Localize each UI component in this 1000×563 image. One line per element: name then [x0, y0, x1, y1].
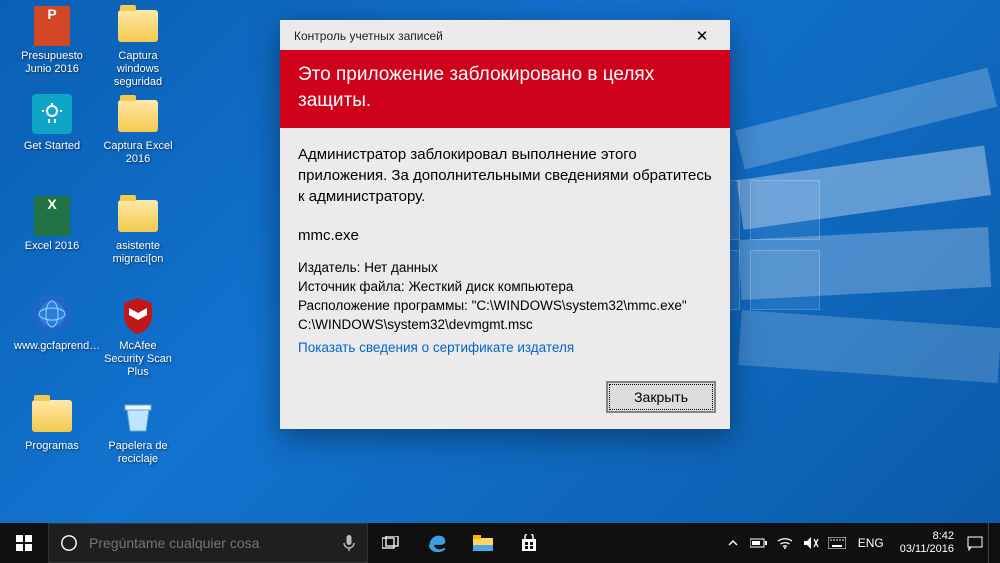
desktop-icon-papelera[interactable]: Papelera de reciclaje — [100, 396, 176, 466]
recycle-bin-icon — [119, 397, 157, 435]
dialog-titlebar[interactable]: Контроль учетных записей ✕ — [280, 20, 730, 50]
dialog-exe-name: mmc.exe — [298, 225, 712, 246]
excel-icon: X — [34, 196, 70, 236]
show-desktop-button[interactable] — [988, 523, 994, 563]
icon-label: Programas — [14, 440, 90, 453]
file-explorer-icon — [473, 535, 493, 551]
language-indicator[interactable]: ENG — [850, 536, 892, 550]
desktop-icon-mcafee[interactable]: McAfee Security Scan Plus — [100, 296, 176, 379]
desktop-icon-captura-seg[interactable]: Captura windows seguridad — [100, 6, 176, 89]
cortana-icon — [49, 534, 89, 552]
origin-value: Жесткий диск компьютера — [408, 279, 573, 294]
icon-label: Get Started — [14, 140, 90, 153]
cortana-search[interactable] — [48, 523, 368, 563]
taskbar-file-explorer[interactable] — [460, 523, 506, 563]
location-label: Расположение программы: — [298, 298, 468, 313]
publisher-label: Издатель: — [298, 260, 360, 275]
microphone-icon[interactable] — [331, 534, 367, 552]
desktop-icon-gcf[interactable]: www.gcfaprend… — [14, 296, 90, 353]
origin-label: Источник файла: — [298, 279, 405, 294]
dialog-title: Контроль учетных записей — [294, 29, 443, 43]
desktop-icon-presupuesto[interactable]: P Presupuesto Junio 2016 — [14, 6, 90, 76]
folder-icon — [118, 10, 158, 42]
icon-label: Captura windows seguridad — [100, 50, 176, 89]
dialog-headline-band: Это приложение заблокировано в целях защ… — [280, 50, 730, 128]
desktop-icon-programas[interactable]: Programas — [14, 396, 90, 453]
search-input[interactable] — [89, 535, 331, 551]
desktop-icon-getstarted[interactable]: Get Started — [14, 96, 90, 153]
start-button[interactable] — [0, 523, 48, 563]
icon-label: Excel 2016 — [14, 240, 90, 253]
dialog-metadata: Издатель: Нет данных Источник файла: Жес… — [298, 258, 712, 357]
dialog-close-button[interactable]: ✕ — [682, 24, 722, 48]
action-center-icon[interactable] — [962, 523, 988, 563]
tray-wifi-icon[interactable] — [772, 523, 798, 563]
folder-icon — [32, 400, 72, 432]
tray-battery-icon[interactable] — [746, 523, 772, 563]
globe-icon — [32, 294, 72, 334]
edge-icon — [426, 532, 448, 554]
uac-block-dialog: Контроль учетных записей ✕ Это приложени… — [280, 20, 730, 429]
clock-date: 03/11/2016 — [900, 543, 954, 556]
icon-label: asistente migraci[on — [100, 240, 176, 266]
mcafee-shield-icon — [121, 296, 155, 336]
desktop-icon-excel[interactable]: X Excel 2016 — [14, 196, 90, 253]
publisher-value: Нет данных — [364, 260, 438, 275]
getstarted-icon — [32, 94, 72, 134]
windows-logo-icon — [16, 535, 32, 551]
icon-label: Papelera de reciclaje — [100, 440, 176, 466]
dialog-headline: Это приложение заблокировано в целях защ… — [298, 64, 654, 111]
desktop-icon-captura-excel[interactable]: Captura Excel 2016 — [100, 96, 176, 166]
store-icon — [520, 534, 538, 552]
icon-label: www.gcfaprend… — [14, 340, 90, 353]
close-button[interactable]: Закрыть — [606, 381, 716, 413]
taskbar: ENG 8:42 03/11/2016 — [0, 523, 1000, 563]
task-view-button[interactable] — [368, 523, 414, 563]
task-view-icon — [382, 536, 400, 550]
taskbar-store[interactable] — [506, 523, 552, 563]
tray-keyboard-icon[interactable] — [824, 523, 850, 563]
powerpoint-icon: P — [34, 6, 70, 46]
desktop-icon-asistente[interactable]: asistente migraci[on — [100, 196, 176, 266]
tray-chevron-up-icon[interactable] — [720, 523, 746, 563]
icon-label: Captura Excel 2016 — [100, 140, 176, 166]
clock-time: 8:42 — [900, 530, 954, 543]
certificate-info-link[interactable]: Показать сведения о сертификате издателя — [298, 338, 574, 357]
taskbar-edge[interactable] — [414, 523, 460, 563]
tray-volume-icon[interactable] — [798, 523, 824, 563]
close-icon: ✕ — [696, 27, 709, 45]
folder-icon — [118, 100, 158, 132]
icon-label: Presupuesto Junio 2016 — [14, 50, 90, 76]
folder-icon — [118, 200, 158, 232]
dialog-message: Администратор заблокировал выполнение эт… — [298, 144, 712, 207]
clock[interactable]: 8:42 03/11/2016 — [892, 530, 962, 556]
system-tray: ENG 8:42 03/11/2016 — [720, 523, 1000, 563]
icon-label: McAfee Security Scan Plus — [100, 340, 176, 379]
